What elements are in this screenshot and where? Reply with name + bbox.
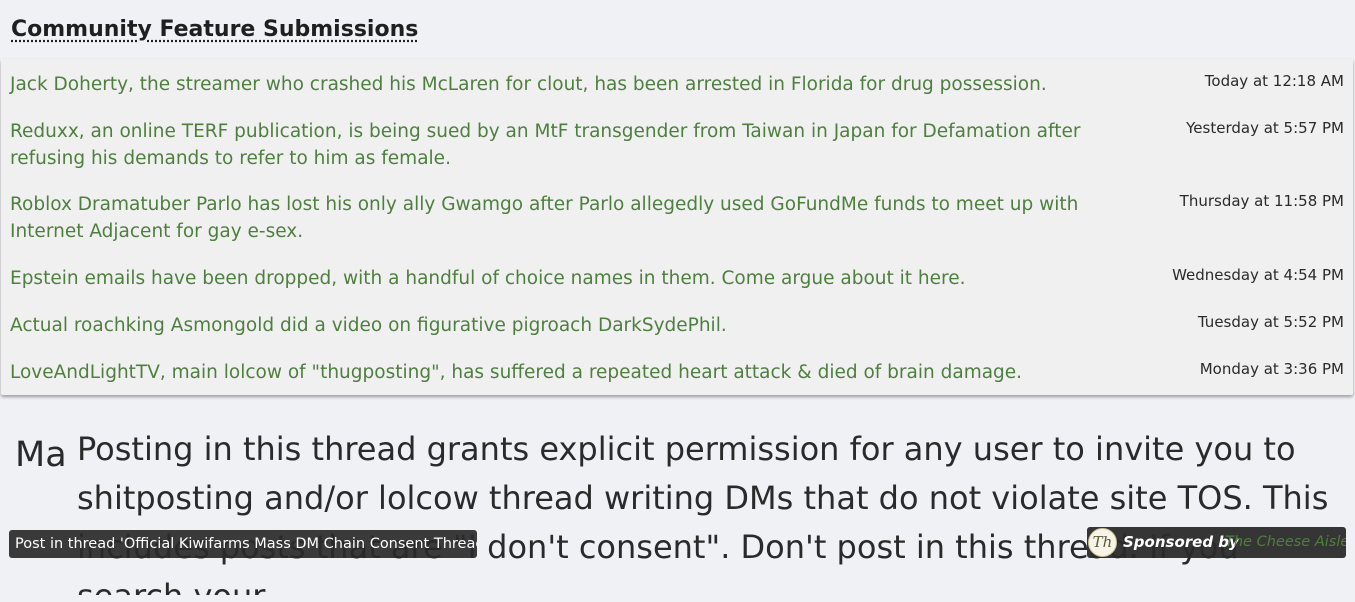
feature-time: Today at 12:18 AM	[1204, 72, 1344, 90]
thread-tooltip: Post in thread 'Official Kiwifarms Mass …	[9, 530, 477, 558]
feature-time: Thursday at 11:58 PM	[1179, 192, 1344, 210]
notice-prefix: Ma	[15, 435, 67, 475]
feature-link[interactable]: Epstein emails have been dropped, with a…	[10, 265, 1150, 292]
feature-time: Tuesday at 5:52 PM	[1197, 313, 1344, 331]
feature-link[interactable]: Roblox Dramatuber Parlo has lost his onl…	[10, 191, 1150, 245]
feature-link[interactable]: Reduxx, an online TERF publication, is b…	[10, 118, 1150, 172]
sponsor-avatar: Th	[1088, 528, 1117, 557]
feature-time: Monday at 3:36 PM	[1199, 360, 1344, 378]
sponsor-link[interactable]: The Cheese Aisle	[1225, 527, 1346, 558]
feature-list: Jack Doherty, the streamer who crashed h…	[1, 59, 1353, 395]
feature-link[interactable]: Actual roachking Asmongold did a video o…	[10, 312, 1150, 339]
sponsor-badge[interactable]: Th Sponsored by The Cheese Aisle	[1087, 527, 1346, 558]
sponsor-label: Sponsored by	[1123, 533, 1239, 551]
feature-link[interactable]: Jack Doherty, the streamer who crashed h…	[10, 71, 1150, 98]
thread-notice-text: Posting in this thread grants explicit p…	[77, 430, 1329, 595]
section-title[interactable]: Community Feature Submissions	[11, 17, 418, 42]
feature-time: Wednesday at 4:54 PM	[1172, 266, 1344, 284]
feature-time: Yesterday at 5:57 PM	[1186, 119, 1344, 137]
feature-link[interactable]: LoveAndLightTV, main lolcow of "thugpost…	[10, 359, 1150, 386]
